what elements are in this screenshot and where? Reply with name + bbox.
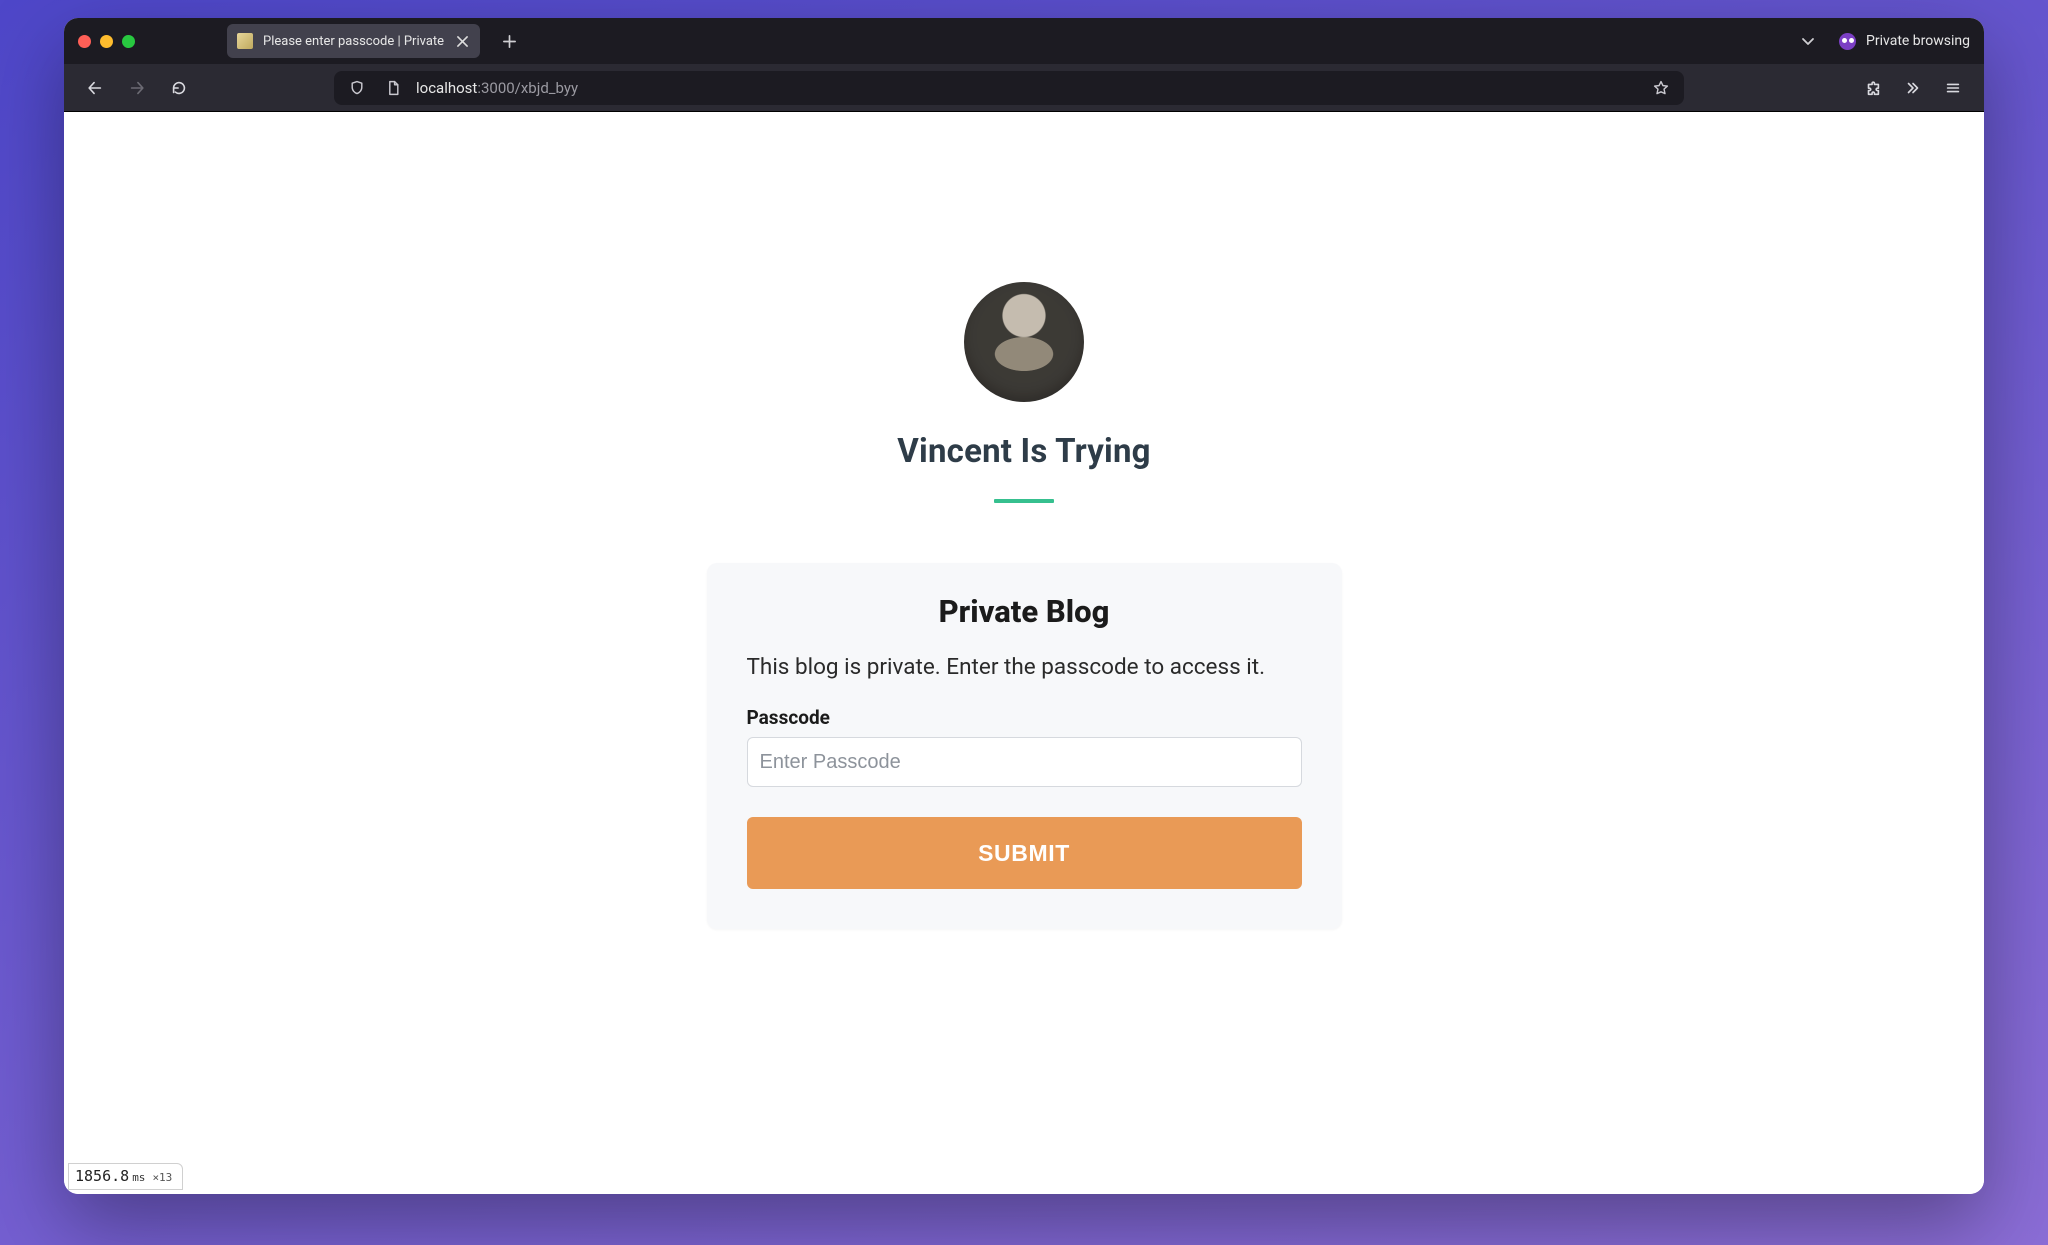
mask-icon bbox=[1839, 33, 1856, 50]
shield-icon bbox=[349, 80, 365, 96]
browser-window: Please enter passcode | Private Private … bbox=[64, 18, 1984, 1194]
tab-close-button[interactable] bbox=[454, 33, 470, 49]
arrow-left-icon bbox=[86, 79, 104, 97]
chevron-down-icon bbox=[1800, 33, 1816, 49]
tab-favicon bbox=[237, 33, 253, 49]
bookmark-button[interactable] bbox=[1648, 75, 1674, 101]
window-minimize-button[interactable] bbox=[100, 35, 113, 48]
window-zoom-button[interactable] bbox=[122, 35, 135, 48]
puzzle-icon bbox=[1864, 79, 1882, 97]
passcode-label: Passcode bbox=[747, 706, 1302, 729]
card-description: This blog is private. Enter the passcode… bbox=[747, 652, 1302, 682]
site-info-button[interactable] bbox=[380, 75, 406, 101]
tabs-dropdown-button[interactable] bbox=[1795, 28, 1821, 54]
close-icon bbox=[457, 36, 468, 47]
window-close-button[interactable] bbox=[78, 35, 91, 48]
tab-strip: Please enter passcode | Private Private … bbox=[64, 18, 1984, 64]
url-host: localhost bbox=[416, 79, 477, 97]
page: Vincent Is Trying Private Blog This blog… bbox=[64, 112, 1984, 929]
reload-button[interactable] bbox=[162, 71, 196, 105]
url-bar[interactable]: localhost:3000/xbjd_byy bbox=[334, 71, 1684, 105]
toolbar: localhost:3000/xbjd_byy bbox=[64, 64, 1984, 112]
extensions-button[interactable] bbox=[1856, 71, 1890, 105]
avatar bbox=[964, 282, 1084, 402]
arrow-right-icon bbox=[128, 79, 146, 97]
viewport: Vincent Is Trying Private Blog This blog… bbox=[64, 112, 1984, 1194]
url-path: :3000/xbjd_byy bbox=[477, 79, 578, 97]
app-menu-button[interactable] bbox=[1936, 71, 1970, 105]
new-tab-button[interactable] bbox=[494, 26, 524, 56]
back-button[interactable] bbox=[78, 71, 112, 105]
card-title: Private Blog bbox=[747, 593, 1302, 630]
perf-ms: 1856.8 bbox=[75, 1167, 129, 1185]
perf-ms-unit: ms bbox=[132, 1171, 145, 1184]
tab-title: Please enter passcode | Private bbox=[263, 34, 444, 49]
chevrons-right-icon bbox=[1904, 79, 1922, 97]
window-controls bbox=[78, 35, 135, 48]
forward-button[interactable] bbox=[120, 71, 154, 105]
perf-mult: ×13 bbox=[152, 1171, 172, 1184]
private-browsing-label: Private browsing bbox=[1866, 33, 1970, 49]
hamburger-icon bbox=[1944, 79, 1962, 97]
browser-tab[interactable]: Please enter passcode | Private bbox=[227, 24, 480, 58]
title-separator bbox=[994, 499, 1054, 503]
passcode-input[interactable] bbox=[747, 737, 1302, 787]
blog-title: Vincent Is Trying bbox=[897, 432, 1150, 471]
page-icon bbox=[385, 80, 401, 96]
private-browsing-indicator: Private browsing bbox=[1839, 33, 1970, 50]
overflow-button[interactable] bbox=[1896, 71, 1930, 105]
passcode-card: Private Blog This blog is private. Enter… bbox=[707, 563, 1342, 929]
url-text: localhost:3000/xbjd_byy bbox=[416, 79, 1638, 97]
plus-icon bbox=[502, 34, 517, 49]
submit-button[interactable]: SUBMIT bbox=[747, 817, 1302, 889]
star-icon bbox=[1653, 80, 1669, 96]
tracking-protection-button[interactable] bbox=[344, 75, 370, 101]
reload-icon bbox=[170, 79, 188, 97]
perf-badge[interactable]: 1856.8 ms ×13 bbox=[68, 1163, 183, 1190]
